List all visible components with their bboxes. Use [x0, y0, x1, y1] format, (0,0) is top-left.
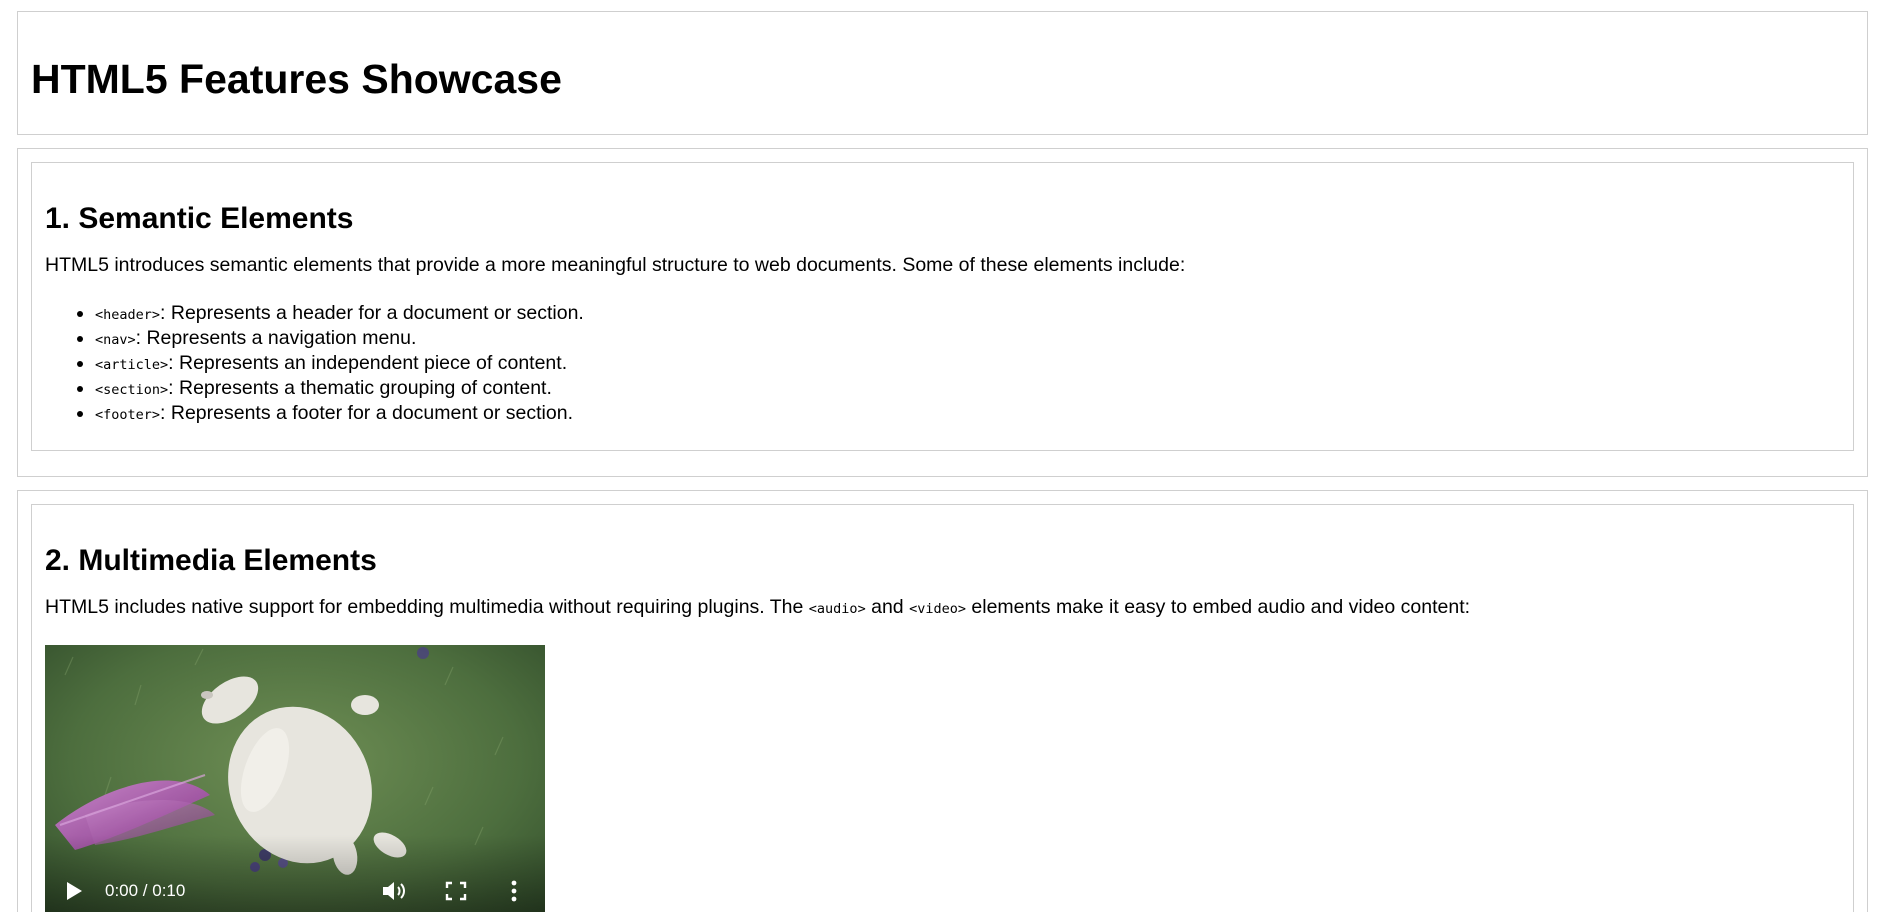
multimedia-section-wrapper: 2. Multimedia Elements HTML5 includes na…: [17, 490, 1868, 912]
tag-description: : Represents a navigation menu.: [135, 327, 417, 349]
list-item: <footer>: Represents a footer for a docu…: [95, 402, 584, 427]
page: HTML5 Features Showcase 1. Semantic Elem…: [0, 0, 1881, 912]
tag-description: : Represents a header for a document or …: [160, 302, 584, 324]
page-title: HTML5 Features Showcase: [31, 56, 562, 102]
list-item: <article>: Represents an independent pie…: [95, 352, 584, 377]
tag-code: <footer>: [95, 407, 161, 423]
tag-code: <article>: [95, 357, 169, 373]
video-time: 0:00 / 0:10: [105, 881, 186, 900]
list-item: <section>: Represents a thematic groupin…: [95, 377, 584, 402]
semantic-section-wrapper: 1. Semantic Elements HTML5 introduces se…: [17, 148, 1868, 477]
intro-text: elements make it easy to embed audio and…: [965, 596, 1471, 618]
page-header: HTML5 Features Showcase: [17, 11, 1868, 135]
tag-description: : Represents a footer for a document or …: [160, 402, 573, 424]
multimedia-section-title: 2. Multimedia Elements: [45, 544, 377, 577]
fullscreen-icon[interactable]: [445, 881, 467, 901]
tag-code: <header>: [95, 307, 161, 323]
tag-code: <section>: [95, 382, 169, 398]
controls-shade: [45, 835, 545, 912]
tag-description: : Represents a thematic grouping of cont…: [168, 377, 552, 399]
play-icon[interactable]: [65, 881, 83, 901]
semantic-intro: HTML5 introduces semantic elements that …: [45, 254, 1186, 276]
semantic-element-list: <header>: Represents a header for a docu…: [45, 302, 584, 427]
video-tag-code: <video>: [909, 601, 966, 617]
list-item: <header>: Represents a header for a docu…: [95, 302, 584, 327]
intro-text: HTML5 includes native support for embedd…: [45, 596, 809, 618]
video-player[interactable]: 0:00 / 0:10: [45, 645, 545, 912]
video-controls: 0:00 / 0:10: [45, 835, 545, 912]
list-item: <nav>: Represents a navigation menu.: [95, 327, 584, 352]
semantic-section-title: 1. Semantic Elements: [45, 202, 354, 235]
tag-description: : Represents an independent piece of con…: [168, 352, 568, 374]
audio-tag-code: <audio>: [808, 601, 866, 617]
intro-text: and: [865, 596, 910, 618]
multimedia-intro: HTML5 includes native support for embedd…: [45, 596, 1471, 618]
volume-icon[interactable]: [381, 879, 407, 903]
more-options-icon[interactable]: [509, 879, 519, 903]
semantic-section: 1. Semantic Elements HTML5 introduces se…: [31, 162, 1854, 451]
multimedia-section: 2. Multimedia Elements HTML5 includes na…: [31, 504, 1854, 912]
tag-code: <nav>: [95, 332, 136, 348]
